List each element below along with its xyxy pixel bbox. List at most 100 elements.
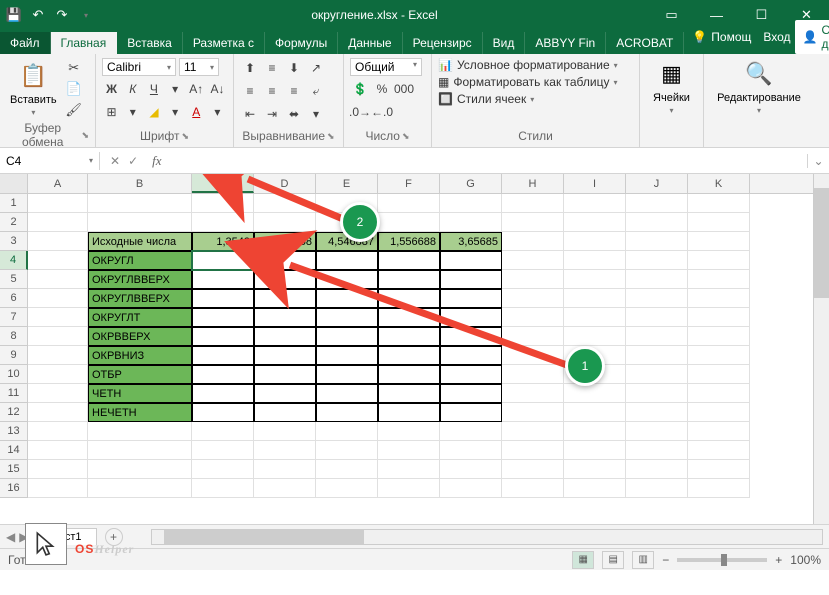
paste-button[interactable]: 📋 Вставить ▾ (6, 58, 61, 119)
cell-F10[interactable] (378, 365, 440, 384)
cell-D13[interactable] (254, 422, 316, 441)
cell-H9[interactable] (502, 346, 564, 365)
row-header-2[interactable]: 2 (0, 213, 28, 232)
cell-B1[interactable] (88, 194, 192, 213)
cell-D8[interactable] (254, 327, 316, 346)
cell-F1[interactable] (378, 194, 440, 213)
cell-J8[interactable] (626, 327, 688, 346)
cell-C7[interactable] (192, 308, 254, 327)
row-header-1[interactable]: 1 (0, 194, 28, 213)
cell-B3[interactable]: Исходные числа (88, 232, 192, 251)
tab-abbyy[interactable]: ABBYY Fin (525, 32, 606, 54)
cell-I11[interactable] (564, 384, 626, 403)
cell-B16[interactable] (88, 479, 192, 498)
inc-decimal-icon[interactable]: .0→ (350, 102, 370, 122)
enter-formula-icon[interactable]: ✓ (128, 154, 138, 168)
copy-icon[interactable]: 📄 (65, 80, 83, 98)
cell-J5[interactable] (626, 270, 688, 289)
col-header-C[interactable]: C (192, 174, 254, 193)
cells-button[interactable]: ▦ Ячейки ▾ (646, 58, 697, 115)
cell-K1[interactable] (688, 194, 750, 213)
cell-E16[interactable] (316, 479, 378, 498)
cell-B13[interactable] (88, 422, 192, 441)
cell-J16[interactable] (626, 479, 688, 498)
tab-view[interactable]: Вид (483, 32, 526, 54)
cell-A5[interactable] (28, 270, 88, 289)
cell-A14[interactable] (28, 441, 88, 460)
cell-D9[interactable] (254, 346, 316, 365)
shrink-font-icon[interactable]: A↓ (208, 79, 227, 99)
cell-C9[interactable] (192, 346, 254, 365)
cell-A8[interactable] (28, 327, 88, 346)
cell-H14[interactable] (502, 441, 564, 460)
cell-H2[interactable] (502, 213, 564, 232)
tab-acrobat[interactable]: ACROBAT (606, 32, 684, 54)
row-header-15[interactable]: 15 (0, 460, 28, 479)
zoom-level[interactable]: 100% (790, 553, 821, 567)
font-size-select[interactable]: 11▾ (179, 58, 219, 76)
cell-I1[interactable] (564, 194, 626, 213)
cell-D11[interactable] (254, 384, 316, 403)
cell-F16[interactable] (378, 479, 440, 498)
wrap-text-icon[interactable]: ⤶ (306, 81, 326, 101)
orientation-icon[interactable]: ↗ (306, 58, 326, 78)
cell-E10[interactable] (316, 365, 378, 384)
cell-K3[interactable] (688, 232, 750, 251)
cell-F7[interactable] (378, 308, 440, 327)
cell-D15[interactable] (254, 460, 316, 479)
cell-K4[interactable] (688, 251, 750, 270)
cell-G7[interactable] (440, 308, 502, 327)
col-header-K[interactable]: K (688, 174, 750, 193)
cell-B4[interactable]: ОКРУГЛ (88, 251, 192, 270)
undo-icon[interactable]: ↶ (30, 7, 46, 23)
cell-C5[interactable] (192, 270, 254, 289)
tab-layout[interactable]: Разметка с (183, 32, 265, 54)
cell-J1[interactable] (626, 194, 688, 213)
cut-icon[interactable]: ✂ (65, 59, 83, 77)
cell-D7[interactable] (254, 308, 316, 327)
cell-H7[interactable] (502, 308, 564, 327)
col-header-H[interactable]: H (502, 174, 564, 193)
dec-decimal-icon[interactable]: ←.0 (372, 102, 392, 122)
cell-F4[interactable] (378, 251, 440, 270)
cell-B7[interactable]: ОКРУГЛТ (88, 308, 192, 327)
row-header-13[interactable]: 13 (0, 422, 28, 441)
cell-J15[interactable] (626, 460, 688, 479)
cell-D6[interactable] (254, 289, 316, 308)
cell-A13[interactable] (28, 422, 88, 441)
cell-H16[interactable] (502, 479, 564, 498)
cell-C11[interactable] (192, 384, 254, 403)
cell-K6[interactable] (688, 289, 750, 308)
cell-I12[interactable] (564, 403, 626, 422)
cell-I3[interactable] (564, 232, 626, 251)
login-button[interactable]: Вход (763, 30, 790, 44)
vertical-scrollbar[interactable] (813, 174, 829, 524)
cell-G10[interactable] (440, 365, 502, 384)
cell-E13[interactable] (316, 422, 378, 441)
tab-file[interactable]: Файл (0, 32, 51, 54)
cell-H13[interactable] (502, 422, 564, 441)
cell-D16[interactable] (254, 479, 316, 498)
row-header-4[interactable]: 4 (0, 251, 28, 270)
cell-C10[interactable] (192, 365, 254, 384)
cell-H5[interactable] (502, 270, 564, 289)
sheet-prev-icon[interactable]: ◀ (6, 530, 15, 544)
cell-H11[interactable] (502, 384, 564, 403)
cell-D5[interactable] (254, 270, 316, 289)
grid-body[interactable]: 123Исходные числа1,35482,1568684,5468871… (0, 194, 829, 498)
redo-icon[interactable]: ↷ (54, 7, 70, 23)
cell-H1[interactable] (502, 194, 564, 213)
cell-I2[interactable] (564, 213, 626, 232)
tab-data[interactable]: Данные (338, 32, 402, 54)
font-color-button[interactable]: A (187, 102, 206, 122)
row-header-5[interactable]: 5 (0, 270, 28, 289)
cell-A6[interactable] (28, 289, 88, 308)
cell-D1[interactable] (254, 194, 316, 213)
cell-G15[interactable] (440, 460, 502, 479)
col-header-J[interactable]: J (626, 174, 688, 193)
cell-E7[interactable] (316, 308, 378, 327)
cell-H6[interactable] (502, 289, 564, 308)
number-launcher-icon[interactable]: ⬊ (402, 131, 410, 142)
cell-C16[interactable] (192, 479, 254, 498)
cell-K16[interactable] (688, 479, 750, 498)
